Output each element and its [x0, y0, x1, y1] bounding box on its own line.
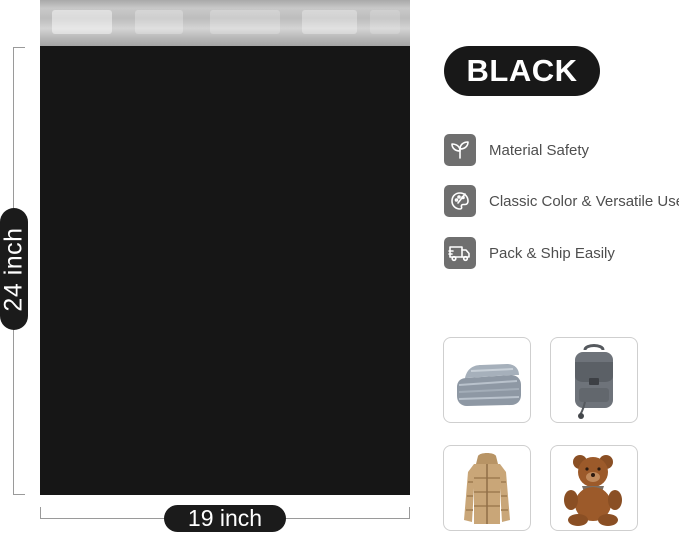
- feature-label: Material Safety: [489, 141, 590, 159]
- use-case-teddy-bear: [550, 445, 638, 531]
- color-badge: BLACK: [444, 46, 600, 96]
- feature-label: Classic Color & Versatile Use: [489, 192, 679, 210]
- height-dimension-tick-top: [13, 47, 25, 48]
- use-case-blanket: [443, 337, 531, 423]
- sprout-icon: [444, 134, 476, 166]
- width-dimension-tick-left: [40, 507, 41, 519]
- puffer-jacket-icon: [464, 453, 510, 524]
- width-dimension-tick-right: [409, 507, 410, 519]
- height-label: 24 inch: [0, 226, 28, 312]
- height-dimension-tick-bottom: [13, 494, 25, 495]
- height-label-pill: 24 inch: [0, 208, 28, 330]
- feature-label: Pack & Ship Easily: [489, 244, 615, 262]
- blanket-icon: [457, 364, 521, 406]
- use-case-backpack: [550, 337, 638, 423]
- width-label: 19 inch: [164, 505, 286, 532]
- feature-item-material-safety: Material Safety: [444, 133, 589, 167]
- use-case-jacket: [443, 445, 531, 531]
- backpack-icon: [575, 344, 613, 419]
- truck-icon: [444, 237, 476, 269]
- adhesive-seal-strip: [40, 0, 410, 46]
- feature-item-classic-color: Classic Color & Versatile Use: [444, 184, 679, 218]
- palette-icon: [444, 185, 476, 217]
- mailer-bag: [40, 46, 410, 495]
- feature-item-pack-ship: Pack & Ship Easily: [444, 236, 615, 270]
- teddy-bear-icon: [564, 455, 622, 526]
